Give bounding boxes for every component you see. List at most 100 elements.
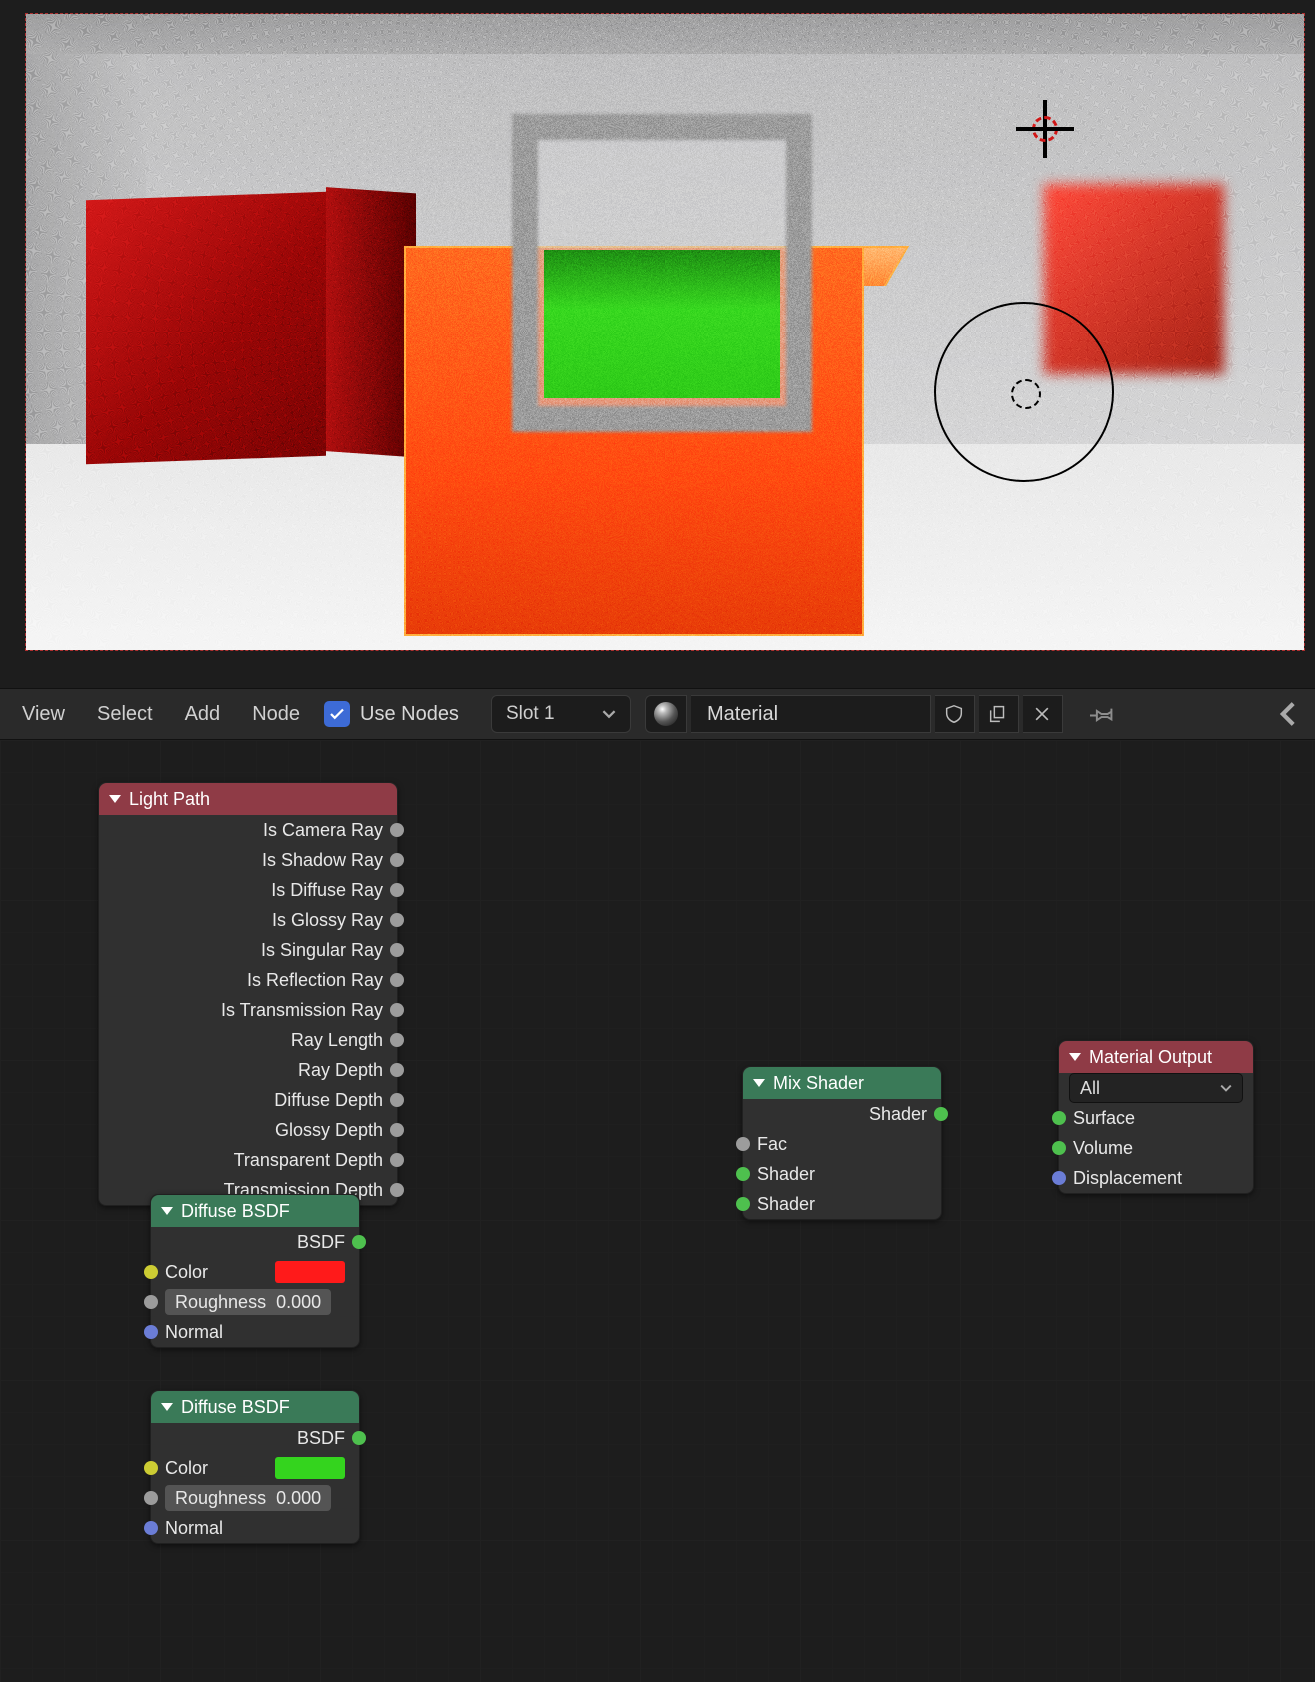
pin-button[interactable] [1081, 692, 1125, 736]
socket-out[interactable] [390, 823, 404, 837]
socket-in-surface[interactable] [1052, 1111, 1066, 1125]
socket-in-fac[interactable] [736, 1137, 750, 1151]
output-label: BSDF [297, 1428, 345, 1449]
node-editor-area[interactable]: Light Path Is Camera Ray Is Shadow Ray Is … [0, 740, 1315, 1682]
socket-out-shader[interactable] [934, 1107, 948, 1121]
menu-select[interactable]: Select [83, 697, 167, 732]
node-title[interactable]: Diffuse BSDF [151, 1195, 359, 1227]
node-title[interactable]: Mix Shader [743, 1067, 941, 1099]
material-slot-label: Slot 1 [506, 703, 555, 725]
socket-out-bsdf[interactable] [352, 1235, 366, 1249]
menu-node[interactable]: Node [238, 697, 314, 732]
material-browse-button[interactable] [645, 695, 687, 733]
roughness-field[interactable]: Roughness 0.000 [165, 1485, 331, 1511]
output-row: Is Transmission Ray [99, 995, 397, 1025]
node-title-label: Diffuse BSDF [181, 1201, 290, 1222]
socket-in-shader-1[interactable] [736, 1167, 750, 1181]
socket-out[interactable] [390, 1093, 404, 1107]
output-target-select[interactable]: All [1069, 1073, 1243, 1103]
socket-out[interactable] [390, 1063, 404, 1077]
collapse-icon [109, 795, 121, 803]
node-title[interactable]: Diffuse BSDF [151, 1391, 359, 1423]
input-label: Volume [1073, 1138, 1133, 1159]
socket-out[interactable] [390, 1123, 404, 1137]
menu-add[interactable]: Add [171, 697, 235, 732]
input-label: Fac [757, 1134, 787, 1155]
color-swatch[interactable] [275, 1261, 345, 1283]
field-value: 0.000 [276, 1488, 321, 1509]
chevron-down-icon [602, 707, 616, 721]
use-nodes-checkbox[interactable] [324, 701, 350, 727]
menu-view[interactable]: View [8, 697, 79, 732]
socket-in-normal[interactable] [144, 1325, 158, 1339]
shield-icon [943, 703, 965, 725]
output-label: Ray Depth [298, 1060, 383, 1081]
output-row: Glossy Depth [99, 1115, 397, 1145]
node-diffuse-bsdf-2[interactable]: Diffuse BSDF BSDF Color Roughness 0.000 … [150, 1390, 360, 1544]
socket-out[interactable] [390, 1003, 404, 1017]
output-row: Ray Length [99, 1025, 397, 1055]
socket-out[interactable] [390, 973, 404, 987]
output-row: Transparent Depth [99, 1145, 397, 1175]
output-label: Glossy Depth [275, 1120, 383, 1141]
new-material-button[interactable] [979, 695, 1019, 733]
chevron-down-icon [1220, 1082, 1232, 1094]
output-label: Is Transmission Ray [221, 1000, 383, 1021]
chevron-left-icon[interactable] [1275, 701, 1301, 727]
input-label: Normal [165, 1518, 223, 1539]
collapse-icon [161, 1207, 173, 1215]
node-light-path[interactable]: Light Path Is Camera Ray Is Shadow Ray Is … [98, 782, 398, 1206]
input-label: Color [165, 1262, 275, 1283]
socket-out[interactable] [390, 883, 404, 897]
viewport-3d-preview[interactable] [26, 14, 1304, 650]
input-label: Shader [757, 1194, 815, 1215]
pin-icon [1090, 701, 1116, 727]
node-mix-shader[interactable]: Mix Shader Shader Fac Shader Shader [742, 1066, 942, 1220]
socket-in-roughness[interactable] [144, 1491, 158, 1505]
output-label: Is Camera Ray [263, 820, 383, 841]
socket-in-roughness[interactable] [144, 1295, 158, 1309]
socket-out[interactable] [390, 1183, 404, 1197]
input-label: Normal [165, 1322, 223, 1343]
output-label: Diffuse Depth [274, 1090, 383, 1111]
node-editor-header: View Select Add Node Use Nodes Slot 1 Ma… [0, 688, 1315, 740]
node-title[interactable]: Light Path [99, 783, 397, 815]
output-label: Is Reflection Ray [247, 970, 383, 991]
socket-in-color[interactable] [144, 1461, 158, 1475]
node-title[interactable]: Material Output [1059, 1041, 1253, 1073]
node-diffuse-bsdf-1[interactable]: Diffuse BSDF BSDF Color Roughness 0.000 … [150, 1194, 360, 1348]
material-slot-select[interactable]: Slot 1 [491, 695, 631, 733]
material-name-field[interactable]: Material [691, 695, 931, 733]
roughness-field[interactable]: Roughness 0.000 [165, 1289, 331, 1315]
socket-out[interactable] [390, 1033, 404, 1047]
socket-out[interactable] [390, 853, 404, 867]
node-title-label: Light Path [129, 789, 210, 810]
output-label: Ray Length [291, 1030, 383, 1051]
socket-in-color[interactable] [144, 1265, 158, 1279]
output-label: BSDF [297, 1232, 345, 1253]
fake-user-button[interactable] [935, 695, 975, 733]
socket-in-displacement[interactable] [1052, 1171, 1066, 1185]
output-label: Is Diffuse Ray [271, 880, 383, 901]
unlink-material-button[interactable] [1023, 695, 1063, 733]
socket-in-volume[interactable] [1052, 1141, 1066, 1155]
field-label: Roughness [175, 1488, 266, 1509]
output-label: Transparent Depth [234, 1150, 383, 1171]
node-title-label: Diffuse BSDF [181, 1397, 290, 1418]
socket-out[interactable] [390, 1153, 404, 1167]
input-label: Color [165, 1458, 275, 1479]
render-green-through-glass [544, 250, 780, 398]
output-row: Is Camera Ray [99, 815, 397, 845]
socket-in-normal[interactable] [144, 1521, 158, 1535]
color-swatch[interactable] [275, 1457, 345, 1479]
output-row: Is Shadow Ray [99, 845, 397, 875]
close-icon [1032, 704, 1052, 724]
node-title-label: Material Output [1089, 1047, 1212, 1068]
socket-in-shader-2[interactable] [736, 1197, 750, 1211]
cursor-3d-icon [1016, 100, 1074, 158]
node-material-output[interactable]: Material Output All Surface Volume Displ… [1058, 1040, 1254, 1194]
socket-out[interactable] [390, 913, 404, 927]
socket-out-bsdf[interactable] [352, 1431, 366, 1445]
socket-out[interactable] [390, 943, 404, 957]
input-label: Surface [1073, 1108, 1135, 1129]
